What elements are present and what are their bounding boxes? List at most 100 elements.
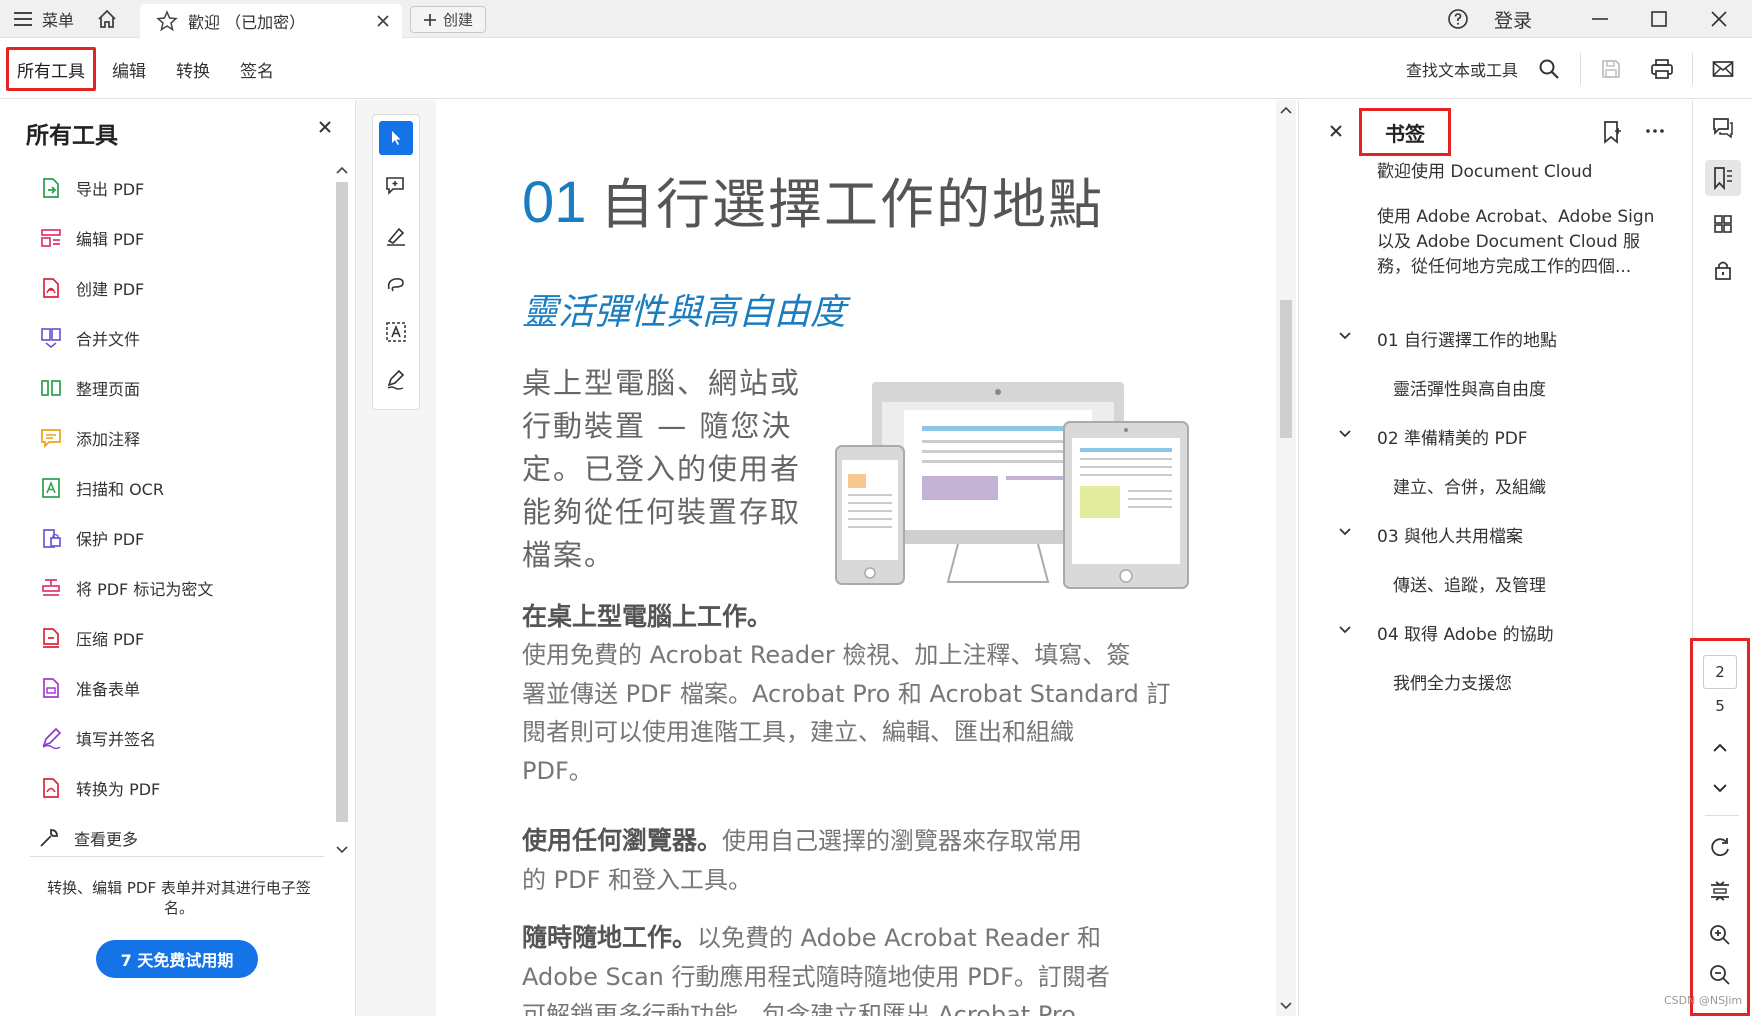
close-tab-icon[interactable]	[376, 2, 390, 40]
rotate-icon[interactable]	[1708, 835, 1732, 859]
text-box-icon[interactable]	[379, 315, 413, 349]
star-icon[interactable]	[156, 2, 178, 40]
create-button[interactable]: 创建	[410, 6, 486, 33]
tool-convert-to-pdf[interactable]: 转换为 PDF	[40, 773, 160, 803]
zoom-in-icon[interactable]	[1708, 923, 1732, 947]
bookmark-add-icon[interactable]	[1601, 120, 1623, 144]
tool-prepare-form[interactable]: 准备表单	[40, 673, 140, 703]
bookmarks-title-box: 书签	[1359, 108, 1451, 156]
bookmark-item[interactable]: 01 自行選擇工作的地點	[1377, 329, 1557, 354]
tool-edit-pdf[interactable]: 编辑 PDF	[40, 223, 144, 253]
create-pdf-icon	[40, 277, 62, 299]
close-panel-icon[interactable]	[318, 120, 332, 134]
tool-combine-files[interactable]: 合并文件	[40, 323, 140, 353]
tab-sign[interactable]: 签名	[240, 39, 274, 99]
home-icon	[96, 8, 118, 30]
bookmark-line: 以及 Adobe Document Cloud 服	[1377, 232, 1641, 252]
document-page[interactable]: 01 自行選擇工作的地點 靈活彈性與高自由度 桌上型電腦、網站或 行動裝置 — …	[436, 100, 1274, 1016]
tool-add-comment[interactable]: 添加注释	[40, 423, 140, 453]
bookmark-item[interactable]: 靈活彈性與高自由度	[1393, 378, 1546, 403]
panel-title: 所有工具	[26, 123, 118, 149]
comments-icon[interactable]	[1707, 112, 1739, 144]
chevron-down-icon[interactable]	[1337, 524, 1353, 540]
divider	[30, 856, 324, 857]
tool-label: 压缩 PDF	[76, 630, 145, 649]
select-cursor-icon[interactable]	[379, 121, 413, 155]
bookmark-item[interactable]: 歡迎使用 Document Cloud	[1377, 160, 1592, 185]
bookmark-item[interactable]: 建立、合併，及組織	[1393, 476, 1546, 501]
bookmark-item[interactable]: 02 準備精美的 PDF	[1377, 427, 1528, 452]
document-tab[interactable]: 歡迎 （已加密）	[140, 4, 402, 38]
bookmark-item[interactable]: 我們全力支援您	[1393, 672, 1512, 697]
tool-protect-pdf[interactable]: 保护 PDF	[40, 523, 144, 553]
more-options-icon[interactable]	[1645, 128, 1665, 134]
document-scrollbar[interactable]	[1276, 100, 1296, 1016]
bookmark-item[interactable]: 傳送、追蹤，及管理	[1393, 574, 1546, 599]
divider	[1692, 53, 1693, 85]
draw-icon[interactable]	[379, 267, 413, 301]
fit-page-icon[interactable]	[1708, 879, 1732, 903]
panel-scrollbar[interactable]	[334, 162, 350, 858]
bookmark-item[interactable]: 03 與他人共用檔案	[1377, 525, 1523, 550]
highlight-icon[interactable]	[379, 219, 413, 253]
free-trial-button[interactable]: 7 天免费试用期	[96, 940, 258, 978]
save-icon[interactable]	[1600, 39, 1622, 99]
tool-organize-pages[interactable]: 整理页面	[40, 373, 140, 403]
tool-label: 扫描和 OCR	[76, 480, 164, 499]
menu-label: 菜单	[42, 11, 75, 30]
tool-create-pdf[interactable]: 创建 PDF	[40, 273, 144, 303]
bookmark-item[interactable]: 04 取得 Adobe 的協助	[1377, 623, 1554, 648]
tool-redact-pdf[interactable]: 将 PDF 标记为密文	[40, 573, 213, 603]
window-close-icon[interactable]	[1710, 0, 1728, 38]
print-icon[interactable]	[1650, 39, 1674, 99]
maximize-icon[interactable]	[1650, 0, 1668, 38]
section-desktop-body: 使用免費的 Acrobat Reader 檢視、加上注釋、填寫、簽 署並傳送 P…	[522, 636, 1171, 790]
search-icon[interactable]	[1538, 39, 1560, 99]
bookmark-item[interactable]: 使用 Adobe Acrobat、Adobe Sign 以及 Adobe Doc…	[1377, 205, 1654, 280]
tool-label: 整理页面	[76, 380, 141, 399]
tab-edit[interactable]: 编辑	[112, 39, 146, 99]
chevron-down-icon[interactable]	[1337, 622, 1353, 638]
intro-line: 能夠從任何裝置存取	[522, 495, 802, 529]
bookmarks-icon[interactable]	[1705, 160, 1741, 196]
chevron-down-icon[interactable]	[1710, 781, 1730, 795]
tool-label: 准备表单	[76, 680, 141, 699]
intro-line: 桌上型電腦、網站或	[522, 366, 802, 400]
scan-icon	[40, 477, 62, 499]
chevron-down-icon[interactable]	[1337, 426, 1353, 442]
tab-all-tools[interactable]: 所有工具	[6, 47, 96, 91]
tab-convert[interactable]: 转换	[176, 39, 210, 99]
quick-tools-strip	[372, 114, 420, 410]
thumbnails-icon[interactable]	[1707, 208, 1739, 240]
help-icon[interactable]	[1447, 0, 1469, 38]
sign-icon[interactable]	[379, 363, 413, 397]
zoom-out-icon[interactable]	[1708, 963, 1732, 987]
page-navigation-box: 2 5	[1690, 638, 1750, 1016]
export-pdf-icon	[40, 177, 62, 199]
home-button[interactable]	[96, 0, 118, 38]
chevron-up-icon[interactable]	[1710, 741, 1730, 755]
mail-icon[interactable]	[1712, 39, 1734, 99]
lock-icon[interactable]	[1707, 254, 1739, 286]
tool-scan-ocr[interactable]: 扫描和 OCR	[40, 473, 164, 503]
body-line: 可解鎖更多行動功能，包含建立和匯出 Acrobat Pro	[522, 1001, 1076, 1016]
body-line: PDF。	[522, 756, 593, 785]
login-button[interactable]: 登录	[1494, 0, 1532, 38]
tool-fill-sign[interactable]: 填写并签名	[40, 723, 156, 753]
minimize-icon[interactable]	[1590, 0, 1610, 38]
body-line: 署並傳送 PDF 檔案。Acrobat Pro 和 Acrobat Standa…	[522, 679, 1171, 708]
current-page-field[interactable]: 2	[1703, 655, 1737, 689]
menu-button[interactable]: 菜单	[14, 0, 74, 38]
tool-label: 转换为 PDF	[76, 780, 161, 799]
chevron-down-icon[interactable]	[1337, 328, 1353, 344]
see-more-link[interactable]: 查看更多	[38, 823, 138, 853]
tool-export-pdf[interactable]: 导出 PDF	[40, 173, 144, 203]
add-comment-icon[interactable]	[379, 169, 413, 203]
page-heading: 自行選擇工作的地點	[600, 173, 1104, 236]
tool-compress-pdf[interactable]: 压缩 PDF	[40, 623, 144, 653]
divider	[1705, 815, 1739, 816]
close-bookmarks-icon[interactable]	[1329, 124, 1343, 138]
bookmark-line: 務，從任何地方完成工作的四個...	[1377, 257, 1632, 277]
find-text-or-tools[interactable]: 查找文本或工具	[1406, 39, 1518, 99]
intro-paragraph: 桌上型電腦、網站或 行動裝置 — 隨您決 定。已登入的使用者 能夠從任何裝置存取…	[522, 362, 801, 577]
